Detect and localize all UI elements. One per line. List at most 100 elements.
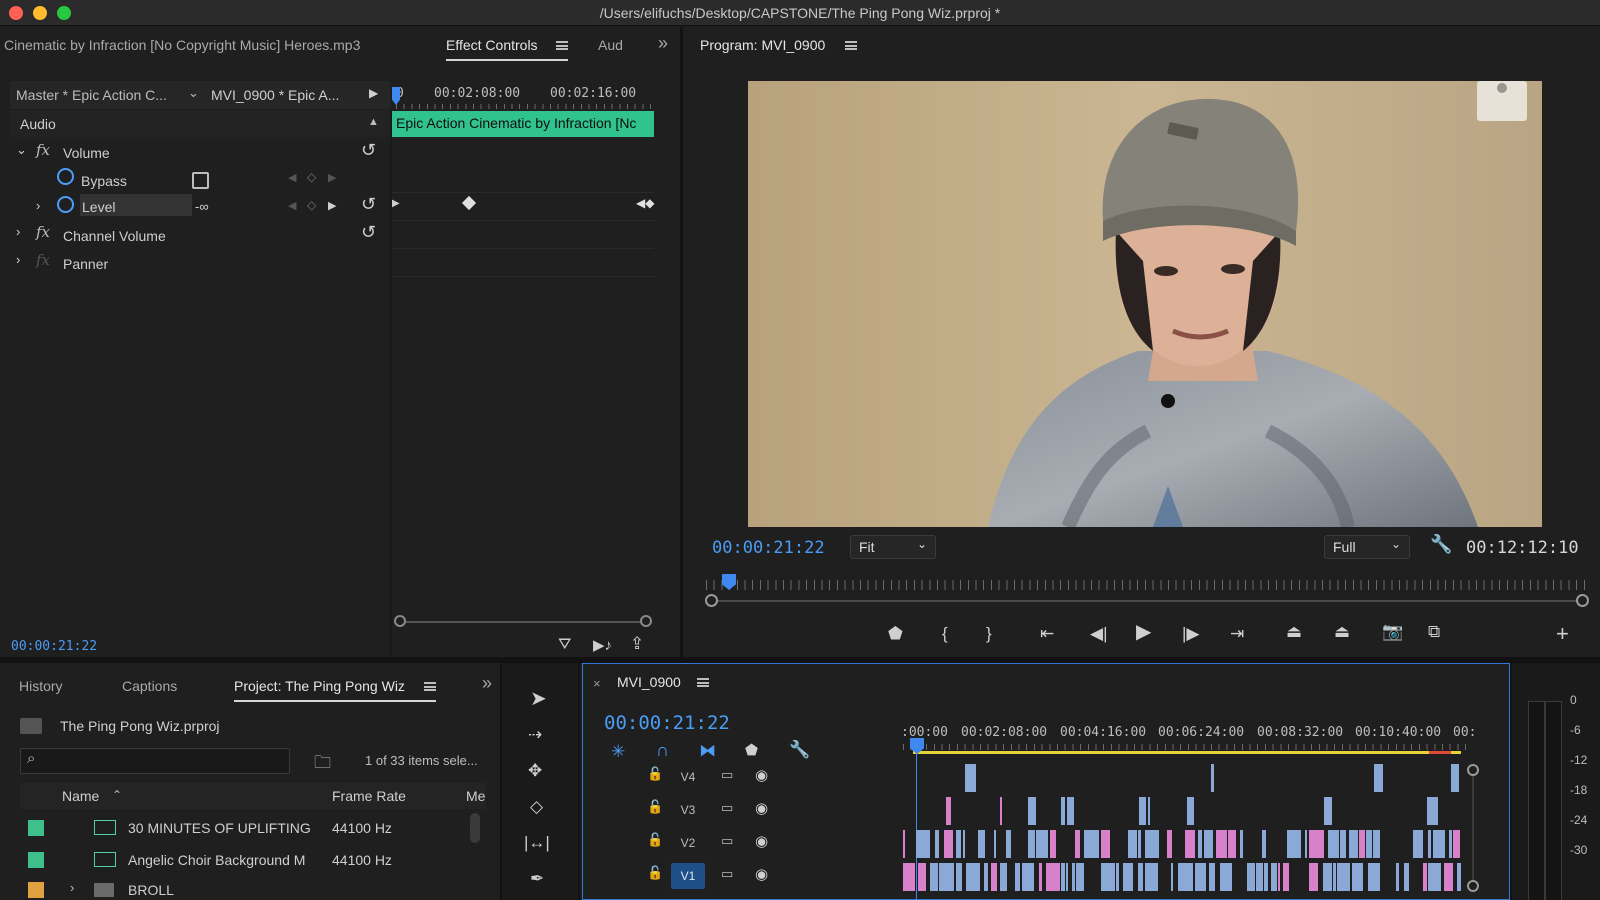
timeline-current-timecode[interactable]: 00:00:21:22	[604, 712, 730, 734]
project-scrollbar[interactable]	[470, 813, 480, 843]
timeline-clip[interactable]	[1366, 830, 1372, 858]
wrench-icon[interactable]: 🔧	[1430, 534, 1452, 555]
timeline-clip[interactable]	[1022, 863, 1034, 891]
timeline-clip[interactable]	[1324, 797, 1332, 825]
chevron-down-icon[interactable]: ⌄	[188, 85, 199, 101]
ripple-edit-tool-icon[interactable]: ✥	[528, 761, 542, 781]
timeline-clip[interactable]	[1066, 863, 1068, 891]
tab-source-audio[interactable]: Cinematic by Infraction [No Copyright Mu…	[4, 37, 424, 53]
timeline-clip[interactable]	[944, 830, 953, 858]
prev-level-keyframe-icon[interactable]: ◀	[288, 199, 296, 212]
timeline-clip[interactable]	[1220, 863, 1232, 891]
lift-icon[interactable]: ⏏	[1286, 622, 1302, 642]
play-audio-icon[interactable]: ▶♪	[593, 636, 612, 654]
timeline-clip[interactable]	[1309, 830, 1324, 858]
timeline-clip[interactable]	[1283, 863, 1289, 891]
next-keyframe-icon[interactable]: ▶	[328, 171, 336, 184]
column-name[interactable]: Name	[62, 788, 99, 804]
timeline-clip[interactable]	[918, 863, 926, 891]
track-label[interactable]: V2	[671, 830, 705, 856]
timeline-clip[interactable]	[1328, 830, 1339, 858]
timeline-clip[interactable]	[1287, 830, 1301, 858]
track-label[interactable]: V1	[671, 863, 705, 889]
timeline-clip[interactable]	[1000, 863, 1007, 891]
program-zoom-handle-left[interactable]	[705, 594, 718, 607]
sync-lock-icon[interactable]: ▭	[721, 800, 733, 816]
compare-view-icon[interactable]: ⧉	[1428, 622, 1440, 642]
timeline-menu-icon[interactable]	[697, 678, 709, 687]
timeline-clip[interactable]	[939, 863, 954, 891]
lock-icon[interactable]: 🔓	[647, 865, 663, 881]
timeline-clip[interactable]	[1211, 764, 1214, 792]
timeline-clip[interactable]	[1240, 830, 1243, 858]
timeline-vscroll-bottom[interactable]	[1467, 880, 1479, 892]
filter-icon[interactable]: ⛛	[558, 636, 571, 654]
timeline-clip[interactable]	[1195, 863, 1206, 891]
lock-icon[interactable]: 🔓	[647, 832, 663, 848]
linked-selection-icon[interactable]: ⧓	[699, 741, 716, 761]
timeline-clip[interactable]	[930, 863, 938, 891]
sync-lock-icon[interactable]: ▭	[721, 767, 733, 783]
timeline-clip[interactable]	[1349, 830, 1358, 858]
timeline-clip[interactable]	[1084, 830, 1099, 858]
timeline-clip[interactable]	[946, 797, 951, 825]
lock-icon[interactable]: 🔓	[647, 799, 663, 815]
lock-icon[interactable]: 🔓	[647, 766, 663, 782]
resolution-dropdown[interactable]: Full ⌄	[1324, 535, 1410, 559]
timeline-clip[interactable]	[978, 830, 985, 858]
timeline-clip[interactable]	[1139, 797, 1146, 825]
ec-zoom-handle-left[interactable]	[394, 615, 406, 627]
find-bin-icon[interactable]: 🗀	[314, 750, 331, 779]
sequence-clip-label[interactable]: MVI_0900 * Epic A...	[211, 87, 339, 103]
tab-project[interactable]: Project: The Ping Pong Wiz	[234, 678, 405, 694]
ec-zoom-scrollbar[interactable]	[400, 621, 648, 623]
program-video-frame[interactable]	[748, 81, 1542, 527]
timeline-clip[interactable]	[1423, 863, 1427, 891]
bypass-checkbox[interactable]	[192, 172, 209, 189]
eye-icon[interactable]: ◉	[755, 766, 768, 784]
timeline-clip[interactable]	[1433, 830, 1445, 858]
play-only-audio-icon[interactable]: ▶	[369, 86, 378, 100]
prev-keyframe-icon[interactable]: ◀	[288, 171, 296, 184]
timeline-clip[interactable]	[1148, 797, 1150, 825]
timeline-clip[interactable]	[1171, 863, 1173, 891]
timeline-clip[interactable]	[1028, 830, 1035, 858]
timeline-clip[interactable]	[1359, 830, 1365, 858]
timeline-clip[interactable]	[1198, 830, 1202, 858]
sync-lock-icon[interactable]: ▭	[721, 866, 733, 882]
ec-playhead[interactable]	[392, 87, 400, 105]
timeline-clip[interactable]	[1451, 764, 1459, 792]
timeline-clip[interactable]	[1271, 863, 1277, 891]
timeline-clip[interactable]	[1050, 830, 1056, 858]
track-select-tool-icon[interactable]: ⇢	[528, 725, 542, 745]
timeline-clip[interactable]	[956, 863, 962, 891]
reset-level-icon[interactable]: ↺	[361, 194, 376, 215]
add-keyframe-icon[interactable]: ◇	[307, 170, 316, 184]
sequence-tab[interactable]: MVI_0900	[617, 674, 681, 690]
timeline-clip[interactable]	[1368, 863, 1380, 891]
timeline-clip[interactable]	[1340, 830, 1346, 858]
timeline-clip[interactable]	[1305, 830, 1307, 858]
list-item[interactable]: 30 MINUTES OF UPLIFTING 44100 Hz	[20, 813, 466, 843]
timeline-clip[interactable]	[1209, 863, 1215, 891]
timeline-clip[interactable]	[1145, 863, 1158, 891]
list-item[interactable]: Angelic Choir Background M 44100 Hz	[20, 845, 466, 875]
expand-level-icon[interactable]: ›	[36, 198, 40, 213]
tab-captions[interactable]: Captions	[122, 678, 177, 694]
timeline-clip[interactable]	[1278, 863, 1280, 891]
program-monitor-title[interactable]: Program: MVI_0900	[700, 37, 825, 53]
timeline-clip[interactable]	[1444, 863, 1453, 891]
timeline-clip[interactable]	[1138, 830, 1141, 858]
step-back-icon[interactable]: ◀|	[1090, 624, 1108, 644]
track-label[interactable]: V3	[671, 797, 705, 823]
timeline-clip[interactable]	[1427, 797, 1438, 825]
timeline-clip[interactable]	[984, 863, 988, 891]
master-clip-label[interactable]: Master * Epic Action C...	[16, 87, 167, 103]
timeline-clip[interactable]	[1028, 797, 1036, 825]
nest-icon[interactable]: ✳	[611, 742, 625, 762]
step-forward-icon[interactable]: |▶	[1182, 624, 1200, 644]
timeline-clip[interactable]	[1187, 797, 1194, 825]
timeline-clip[interactable]	[1075, 830, 1080, 858]
ec-current-timecode[interactable]: 00:00:21:22	[11, 639, 97, 654]
work-area-bar[interactable]	[913, 751, 1461, 754]
